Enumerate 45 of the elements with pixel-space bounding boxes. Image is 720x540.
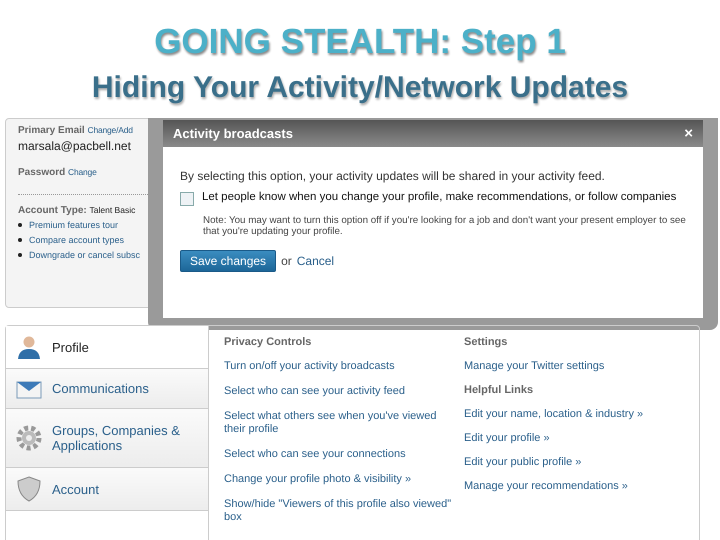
nav-item[interactable]: Communications [6, 369, 209, 409]
nav-item[interactable]: Groups, Companies & Applications [6, 409, 209, 468]
account-type-label: Account Type: [18, 205, 87, 216]
option-label: Let people know when you change your profile, make recommendations, or follow companies [202, 191, 676, 205]
modal-intro: By selecting this option, your activity updates will be shared in your activity feed. [180, 169, 606, 183]
section-heading: Helpful Links [464, 384, 534, 396]
or-text: or [281, 254, 292, 268]
person-icon [16, 334, 42, 360]
modal-title: Activity broadcasts [173, 126, 293, 141]
settings-link[interactable]: Turn on/off your activity broadcasts [224, 360, 454, 373]
settings-link[interactable]: Edit your public profile » [464, 456, 664, 469]
email-address: marsala@pacbell.net [18, 139, 132, 153]
settings-link[interactable]: Select who can see your connections [224, 448, 454, 461]
bullet-icon [18, 223, 22, 227]
settings-link[interactable]: Change your profile photo & visibility » [224, 473, 454, 486]
account-link[interactable]: Premium features tour [29, 220, 118, 230]
settings-link[interactable]: Manage your Twitter settings [464, 360, 664, 373]
settings-link[interactable]: Select what others see when you've viewed their profile [224, 410, 454, 436]
checkbox[interactable] [180, 192, 194, 206]
settings-link[interactable]: Manage your recommendations » [464, 480, 664, 493]
nav-item[interactable]: Profile [6, 326, 209, 369]
account-link[interactable]: Compare account types [29, 235, 124, 245]
shield-icon [16, 476, 42, 502]
account-link[interactable]: Downgrade or cancel subsc [29, 250, 140, 260]
save-button[interactable]: Save changes [180, 250, 276, 272]
settings-link[interactable]: Edit your profile » [464, 432, 664, 445]
close-button[interactable]: × [684, 125, 693, 142]
settings-link[interactable]: Select who can see your activity feed [224, 385, 454, 398]
settings-link[interactable]: Show/hide "Viewers of this profile also viewed" box [224, 498, 454, 524]
bullet-icon [18, 238, 22, 242]
bullet-icon [18, 253, 22, 257]
change-password-link[interactable]: Change [68, 167, 97, 177]
section-heading: Privacy Controls [224, 336, 312, 348]
account-type: Talent Basic [90, 205, 136, 215]
email-label: Primary Email [18, 125, 85, 136]
modal-note: Note: You may want to turn this option off if you're looking for a job and don't want your present employer to see that you're updating your profile. [203, 215, 686, 237]
gear-icon [16, 425, 42, 451]
section-heading: Settings [464, 336, 508, 348]
settings-link[interactable]: Edit your name, location & industry » [464, 408, 664, 421]
slide-title: GOING STEALTH: Step 1 [154, 22, 566, 62]
change-email-link[interactable]: Change/Add [88, 125, 133, 135]
nav-item[interactable]: Account [6, 468, 209, 511]
cancel-link[interactable]: Cancel [296, 254, 334, 268]
slide-subtitle: Hiding Your Activity/Network Updates [92, 70, 628, 106]
password-label: Password [18, 167, 66, 178]
